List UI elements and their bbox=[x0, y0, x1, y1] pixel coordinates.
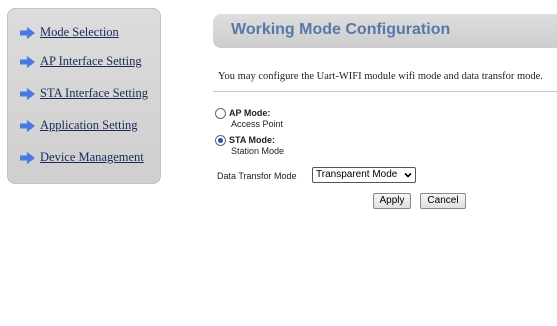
ap-mode-title: AP Mode: bbox=[229, 108, 271, 118]
sidebar-item-device-management[interactable]: Device Management bbox=[20, 150, 144, 165]
apply-button[interactable]: Apply bbox=[373, 193, 411, 209]
page-header: Working Mode Configuration bbox=[213, 14, 557, 48]
sidebar: Mode Selection AP Interface Setting STA … bbox=[7, 8, 161, 184]
arrow-right-icon bbox=[20, 119, 35, 132]
sidebar-item-application[interactable]: Application Setting bbox=[20, 118, 138, 133]
sidebar-item-label[interactable]: STA Interface Setting bbox=[40, 86, 148, 101]
arrow-right-icon bbox=[20, 26, 35, 39]
page-title: Working Mode Configuration bbox=[231, 21, 451, 38]
sidebar-item-label[interactable]: AP Interface Setting bbox=[40, 54, 142, 69]
arrow-right-icon bbox=[20, 151, 35, 164]
data-mode-value: Transparent Mode bbox=[316, 169, 398, 180]
data-mode-label: Data Transfor Mode bbox=[217, 171, 297, 181]
cancel-button[interactable]: Cancel bbox=[420, 193, 466, 209]
sidebar-item-label[interactable]: Application Setting bbox=[40, 118, 138, 133]
sidebar-item-label[interactable]: Mode Selection bbox=[40, 25, 119, 40]
sidebar-item-ap-interface[interactable]: AP Interface Setting bbox=[20, 54, 142, 69]
ap-mode-radio[interactable] bbox=[215, 108, 226, 119]
arrow-right-icon bbox=[20, 55, 35, 68]
sidebar-item-label[interactable]: Device Management bbox=[40, 150, 144, 165]
data-mode-select[interactable]: Transparent Mode bbox=[312, 167, 416, 183]
intro-text: You may configure the Uart-WIFI module w… bbox=[218, 71, 543, 82]
divider bbox=[213, 91, 557, 92]
sidebar-item-mode-selection[interactable]: Mode Selection bbox=[20, 25, 119, 40]
arrow-right-icon bbox=[20, 87, 35, 100]
ap-mode-option[interactable]: AP Mode: Access Point bbox=[215, 107, 283, 129]
sta-mode-title: STA Mode: bbox=[229, 135, 275, 145]
ap-mode-subtitle: Access Point bbox=[231, 119, 284, 129]
sta-mode-radio[interactable] bbox=[215, 135, 226, 146]
chevron-down-icon bbox=[404, 172, 412, 178]
sta-mode-option[interactable]: STA Mode: Station Mode bbox=[215, 134, 284, 156]
sta-mode-subtitle: Station Mode bbox=[231, 146, 285, 156]
sidebar-item-sta-interface[interactable]: STA Interface Setting bbox=[20, 86, 148, 101]
